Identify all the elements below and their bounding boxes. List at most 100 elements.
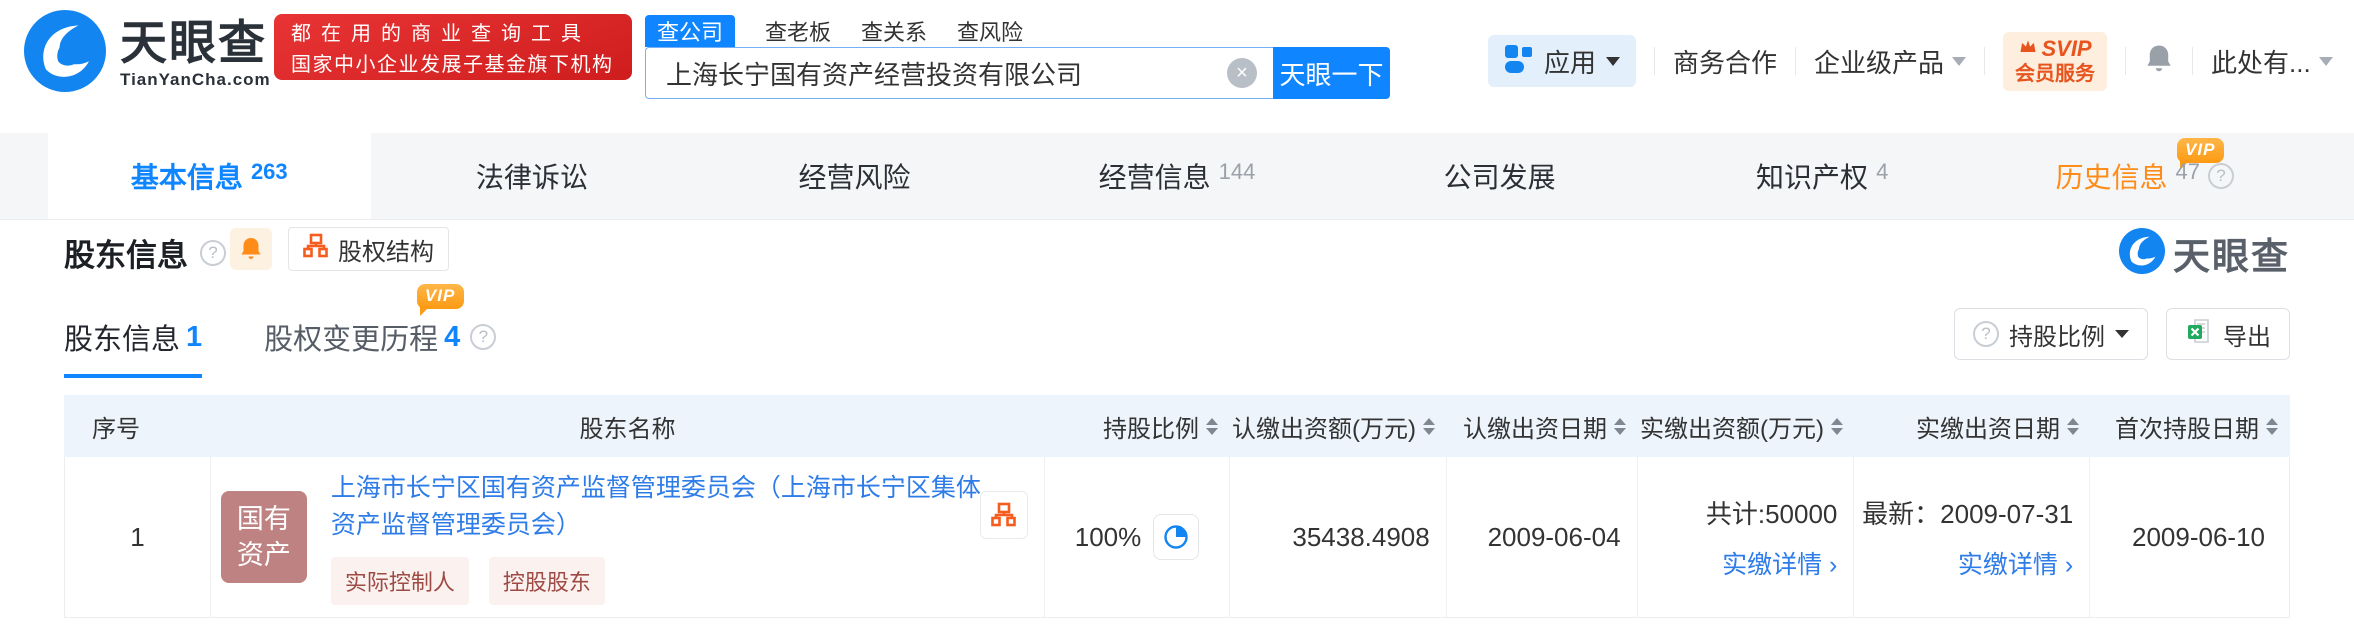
tab-count: 4 bbox=[1876, 159, 1888, 185]
subtab-count: 1 bbox=[186, 321, 202, 354]
sort-icon[interactable] bbox=[1831, 418, 1843, 435]
search-tab-relation[interactable]: 查关系 bbox=[861, 15, 927, 47]
search-submit-button[interactable]: 天眼一下 bbox=[1273, 47, 1390, 99]
tianyancha-logo-text: 天眼查 TianYanCha.com bbox=[120, 17, 271, 91]
header-right-nav: 应用 商务合作 企业级产品 SVIP 会员服务 bbox=[1488, 32, 2333, 90]
cell-paid-date: 最新：2009-07-31 实缴详情 › bbox=[1854, 457, 2090, 617]
shareholder-table: 序号 股东名称 持股比例 认缴出资额(万元) 认缴出资日期 实缴出资额(万元) … bbox=[64, 395, 2290, 618]
actual-controller-tag: 实际控制人 bbox=[331, 557, 469, 605]
excel-icon bbox=[2185, 317, 2213, 352]
cell-holding-ratio: 100% bbox=[1045, 457, 1230, 617]
apps-grid-icon bbox=[1504, 44, 1534, 79]
table-header-row: 序号 股东名称 持股比例 认缴出资额(万元) 认缴出资日期 实缴出资额(万元) … bbox=[64, 395, 2290, 457]
business-cooperation-link[interactable]: 商务合作 bbox=[1673, 43, 1777, 80]
divider bbox=[1795, 47, 1796, 75]
subtab-equity-change-history[interactable]: VIP 股权变更历程 4 ? bbox=[264, 316, 496, 374]
holding-ratio-dropdown[interactable]: ? 持股比例 bbox=[1954, 308, 2148, 360]
cell-index: 1 bbox=[65, 457, 211, 617]
holding-ratio-label: 持股比例 bbox=[2009, 317, 2105, 352]
paid-detail-link[interactable]: 实缴详情 › bbox=[1722, 545, 1837, 581]
cell-shareholder-name: 国有资产 上海市长宁区国有资产监督管理委员会（上海市长宁区集体资产监督管理委员会… bbox=[211, 457, 1045, 617]
tab-history-info[interactable]: VIP 历史信息 47 ? bbox=[1983, 133, 2306, 219]
equity-structure-label: 股权结构 bbox=[338, 232, 434, 267]
paid-date-latest: 最新：2009-07-31 bbox=[1862, 494, 2073, 531]
cell-first-holding-date: 2009-06-10 bbox=[2090, 457, 2289, 617]
help-icon[interactable]: ? bbox=[2208, 163, 2234, 189]
tab-label: 公司发展 bbox=[1444, 156, 1556, 196]
tab-basic-info[interactable]: 基本信息 263 bbox=[48, 133, 371, 219]
divider bbox=[2192, 47, 2193, 75]
cell-subscribed-date: 2009-06-04 bbox=[1447, 457, 1638, 617]
search-tab-company[interactable]: 查公司 bbox=[645, 15, 735, 47]
search-input-box: × bbox=[645, 47, 1273, 99]
col-header-subscribed-date[interactable]: 认缴出资日期 bbox=[1447, 395, 1638, 457]
notification-bell-icon[interactable] bbox=[2144, 43, 2174, 80]
svip-member-service[interactable]: SVIP 会员服务 bbox=[2003, 32, 2107, 91]
sort-icon[interactable] bbox=[1206, 418, 1218, 435]
member-service-label: 会员服务 bbox=[2015, 62, 2095, 86]
subtab-shareholder-info[interactable]: 股东信息 1 bbox=[64, 316, 202, 378]
tab-operation-risk[interactable]: 经营风险 bbox=[693, 133, 1016, 219]
equity-structure-button[interactable]: 股权结构 bbox=[288, 227, 449, 271]
cell-paid-amount: 共计:50000 实缴详情 › bbox=[1638, 457, 1855, 617]
watermark-text: 天眼查 bbox=[2173, 226, 2290, 280]
tab-label: 经营风险 bbox=[798, 156, 910, 196]
apps-menu[interactable]: 应用 bbox=[1488, 35, 1636, 87]
col-header-paid-date[interactable]: 实缴出资日期 bbox=[1855, 395, 2091, 457]
search-input[interactable] bbox=[666, 58, 1227, 89]
promo-line2: 国家中小企业发展子基金旗下机构 bbox=[291, 48, 615, 77]
state-owned-badge: 国有资产 bbox=[221, 491, 307, 583]
table-row: 1 国有资产 上海市长宁区国有资产监督管理委员会（上海市长宁区集体资产监督管理委… bbox=[64, 457, 2290, 618]
monitor-bell-button[interactable] bbox=[230, 228, 272, 270]
search-tab-boss[interactable]: 查老板 bbox=[765, 15, 831, 47]
tab-legal-litigation[interactable]: 法律诉讼 bbox=[371, 133, 694, 219]
enterprise-products-label: 企业级产品 bbox=[1814, 43, 1944, 80]
tab-label: 知识产权 bbox=[1756, 156, 1868, 196]
section-header: 股东信息 ? bbox=[64, 230, 226, 275]
subtab-label: 股东信息 bbox=[64, 316, 180, 358]
vip-badge: VIP bbox=[417, 284, 464, 309]
paid-detail-link[interactable]: 实缴详情 › bbox=[1958, 545, 2073, 581]
search-tab-risk[interactable]: 查风险 bbox=[957, 15, 1023, 47]
clear-icon[interactable]: × bbox=[1227, 58, 1257, 88]
tab-operation-info[interactable]: 经营信息 144 bbox=[1016, 133, 1339, 219]
sort-icon[interactable] bbox=[2067, 418, 2079, 435]
subtab-count: 4 bbox=[444, 321, 460, 354]
export-button[interactable]: 导出 bbox=[2166, 308, 2290, 360]
tab-intellectual-property[interactable]: 知识产权 4 bbox=[1661, 133, 1984, 219]
pie-chart-button[interactable] bbox=[1153, 514, 1199, 560]
org-chart-icon bbox=[991, 502, 1017, 528]
help-icon[interactable]: ? bbox=[470, 324, 496, 350]
shareholder-name-link[interactable]: 上海市长宁区国有资产监督管理委员会（上海市长宁区集体资产监督管理委员会） bbox=[331, 470, 991, 544]
chevron-down-icon bbox=[1952, 57, 1966, 66]
logo-domain: TianYanCha.com bbox=[120, 69, 271, 91]
shareholder-subtabs: 股东信息 1 VIP 股权变更历程 4 ? bbox=[64, 316, 496, 378]
promo-line1: 都在用的商业查询工具 bbox=[291, 17, 615, 46]
holding-ratio-value: 100% bbox=[1075, 522, 1142, 553]
sort-icon[interactable] bbox=[1423, 418, 1435, 435]
bell-icon bbox=[239, 236, 263, 262]
company-nav-tabs: 基本信息 263 法律诉讼 经营风险 经营信息 144 公司发展 知识产权 4 … bbox=[0, 133, 2354, 220]
sort-icon[interactable] bbox=[1614, 418, 1626, 435]
chevron-down-icon bbox=[2115, 330, 2129, 338]
col-header-subscribed-amount[interactable]: 认缴出资额(万元) bbox=[1230, 395, 1447, 457]
section-title: 股东信息 bbox=[64, 230, 188, 275]
chevron-down-icon bbox=[1606, 57, 1620, 66]
promo-banner: 都在用的商业查询工具 国家中小企业发展子基金旗下机构 bbox=[274, 14, 632, 80]
controlling-shareholder-tag: 控股股东 bbox=[489, 557, 605, 605]
help-icon[interactable]: ? bbox=[200, 240, 226, 266]
col-header-paid-amount[interactable]: 实缴出资额(万元) bbox=[1638, 395, 1855, 457]
tab-company-development[interactable]: 公司发展 bbox=[1338, 133, 1661, 219]
sort-icon[interactable] bbox=[2266, 418, 2278, 435]
col-header-shareholder-name: 股东名称 bbox=[210, 395, 1045, 457]
search-area: 查公司 查老板 查关系 查风险 × 天眼一下 bbox=[645, 15, 1390, 99]
equity-structure-row-button[interactable] bbox=[980, 491, 1028, 539]
tab-label: 经营信息 bbox=[1099, 156, 1211, 196]
tab-count: 47 bbox=[2176, 159, 2200, 185]
col-header-first-holding-date[interactable]: 首次持股日期 bbox=[2091, 395, 2290, 457]
enterprise-products-menu[interactable]: 企业级产品 bbox=[1814, 43, 1966, 80]
divider bbox=[2125, 47, 2126, 75]
more-menu[interactable]: 此处有... bbox=[2211, 43, 2333, 80]
tianyancha-logo[interactable]: 天眼查 TianYanCha.com bbox=[24, 10, 271, 97]
col-header-holding-ratio[interactable]: 持股比例 bbox=[1045, 395, 1230, 457]
